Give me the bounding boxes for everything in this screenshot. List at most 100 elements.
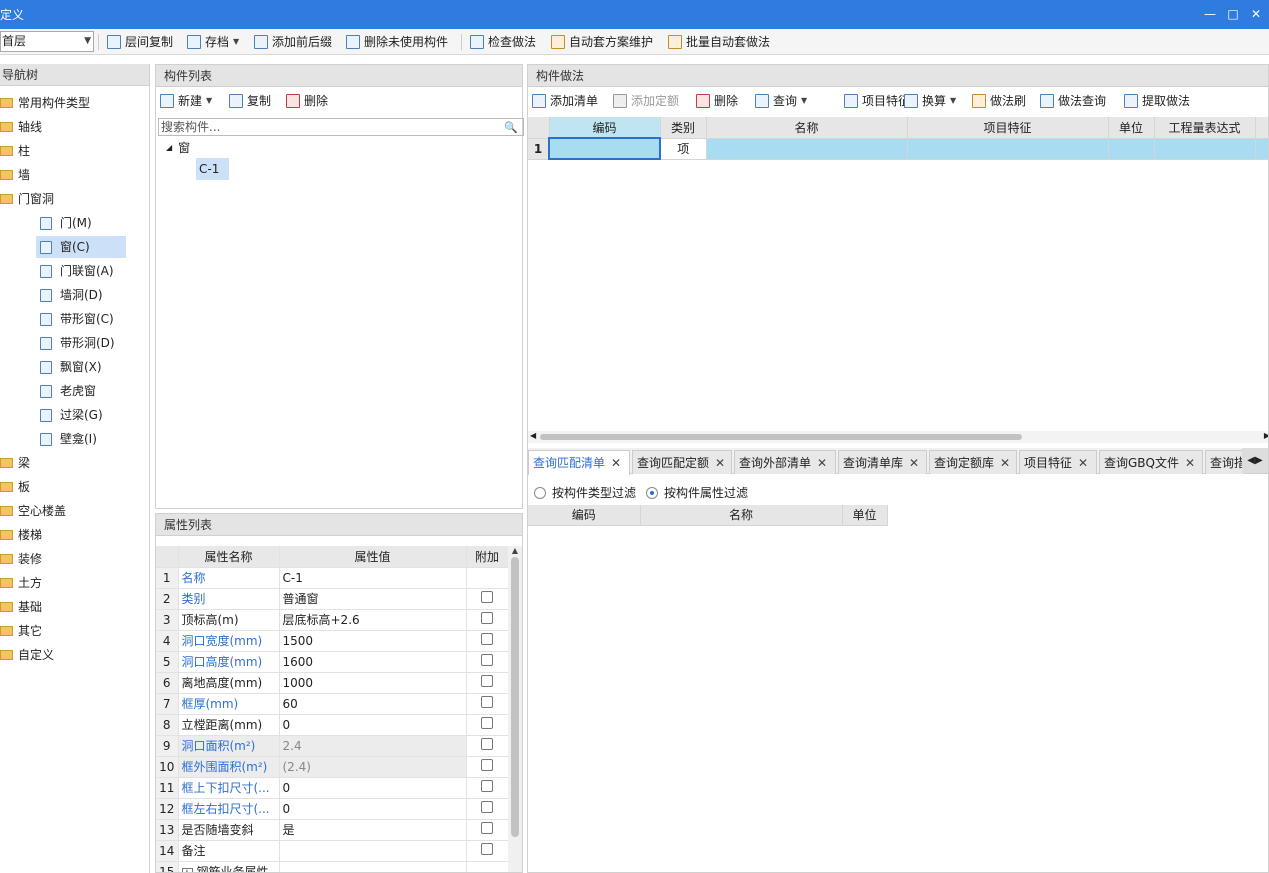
- table-row[interactable]: 13 是否随墙变斜 是: [156, 819, 509, 841]
- close-tab-icon[interactable]: ✕: [1078, 456, 1088, 470]
- query-tab[interactable]: 查询清单库 ✕: [838, 450, 927, 474]
- nav-item[interactable]: 老虎窗: [36, 380, 126, 402]
- nav-item[interactable]: 空心楼盖: [0, 500, 66, 522]
- result-header-code[interactable]: 编码: [528, 505, 641, 526]
- property-scrollbar[interactable]: ▲: [508, 546, 522, 872]
- horizontal-scrollbar[interactable]: ◀ ▶: [528, 431, 1268, 443]
- property-value[interactable]: [279, 861, 467, 872]
- col-header-code[interactable]: 编码: [549, 117, 661, 139]
- col-header-expression[interactable]: 工程量表达式: [1154, 117, 1256, 139]
- add-bill-button[interactable]: 添加清单: [532, 91, 598, 111]
- query-tab[interactable]: 查询外部清单 ✕: [734, 450, 836, 474]
- table-row[interactable]: 1 项: [528, 137, 1268, 160]
- filter-by-type-radio[interactable]: 按构件类型过滤: [534, 484, 636, 501]
- property-value[interactable]: 2.4: [279, 735, 467, 757]
- checkbox[interactable]: [481, 654, 493, 666]
- result-header-name[interactable]: 名称: [640, 505, 843, 526]
- nav-item[interactable]: 柱: [0, 140, 30, 162]
- nav-item[interactable]: 带形窗(C): [36, 308, 126, 330]
- col-header-feature[interactable]: 项目特征: [907, 117, 1109, 139]
- nav-item[interactable]: 轴线: [0, 116, 42, 138]
- nav-item[interactable]: 窗(C): [36, 236, 126, 258]
- property-col-header[interactable]: 附加: [466, 546, 509, 568]
- checkbox[interactable]: [481, 801, 493, 813]
- nav-item[interactable]: 装修: [0, 548, 42, 570]
- tab-scroll-arrows[interactable]: ◀▶: [1242, 448, 1268, 473]
- col-header-name[interactable]: 名称: [706, 117, 908, 139]
- delete-unused-button[interactable]: 删除未使用构件: [346, 32, 448, 52]
- table-row[interactable]: 8 立樘距离(mm) 0: [156, 714, 509, 736]
- query-tab[interactable]: 查询定额库 ✕: [929, 450, 1017, 474]
- query-tab[interactable]: 查询GBQ文件 ✕: [1099, 450, 1203, 474]
- scroll-up-icon[interactable]: ▲: [508, 546, 522, 555]
- table-row[interactable]: 14 备注: [156, 840, 509, 862]
- checkbox[interactable]: [481, 591, 493, 603]
- table-row[interactable]: 12 框左右扣尺寸(... 0: [156, 798, 509, 820]
- nav-item[interactable]: 门(M): [36, 212, 126, 234]
- property-value[interactable]: 是: [279, 819, 467, 841]
- query-tab[interactable]: 查询匹配定额 ✕: [632, 450, 732, 474]
- new-component-button[interactable]: 新建 ▼: [160, 91, 212, 111]
- nav-item[interactable]: 过梁(G): [36, 404, 126, 426]
- result-header-unit[interactable]: 单位: [842, 505, 888, 526]
- nav-item[interactable]: 基础: [0, 596, 42, 618]
- query-button[interactable]: 查询 ▼: [755, 91, 807, 111]
- nav-item[interactable]: 其它: [0, 620, 42, 642]
- delete-method-button[interactable]: 删除: [696, 91, 738, 111]
- table-row[interactable]: 1 名称 C-1: [156, 567, 509, 589]
- table-row[interactable]: 15+钢筋业务属性: [156, 861, 509, 872]
- feature-cell[interactable]: [907, 138, 1109, 160]
- table-row[interactable]: 9 洞口面积(m²) 2.4: [156, 735, 509, 757]
- property-value[interactable]: 0: [279, 777, 467, 799]
- property-value[interactable]: 0: [279, 714, 467, 736]
- nav-item[interactable]: 门窗洞: [0, 188, 54, 210]
- table-row[interactable]: 10 框外围面积(m²) (2.4): [156, 756, 509, 778]
- name-cell[interactable]: [706, 138, 908, 160]
- close-tab-icon[interactable]: ✕: [909, 456, 919, 470]
- minimize-button[interactable]: —: [1200, 4, 1220, 24]
- checkbox[interactable]: [481, 696, 493, 708]
- query-tab[interactable]: 查询匹配清单 ✕: [528, 450, 630, 475]
- nav-item[interactable]: 门联窗(A): [36, 260, 126, 282]
- nav-item[interactable]: 带形洞(D): [36, 332, 126, 354]
- close-button[interactable]: ✕: [1246, 4, 1266, 24]
- item-feature-button[interactable]: 项目特征: [844, 91, 910, 111]
- nav-item[interactable]: 墙: [0, 164, 30, 186]
- checkbox[interactable]: [481, 759, 493, 771]
- extract-method-button[interactable]: 提取做法: [1124, 91, 1190, 111]
- code-cell[interactable]: [548, 137, 661, 160]
- query-tab[interactable]: 项目特征 ✕: [1019, 450, 1097, 474]
- property-value[interactable]: 0: [279, 798, 467, 820]
- nav-item[interactable]: 楼梯: [0, 524, 42, 546]
- table-row[interactable]: 7 框厚(mm) 60: [156, 693, 509, 715]
- tree-node-c1[interactable]: C-1: [196, 158, 229, 180]
- auto-scheme-button[interactable]: 自动套方案维护: [551, 32, 653, 52]
- nav-item[interactable]: 常用构件类型: [0, 92, 90, 114]
- property-col-header[interactable]: 属性名称: [178, 546, 280, 568]
- close-tab-icon[interactable]: ✕: [1185, 456, 1195, 470]
- checkbox[interactable]: [481, 633, 493, 645]
- property-value[interactable]: 普通窗: [279, 588, 467, 610]
- checkbox[interactable]: [481, 780, 493, 792]
- checkbox[interactable]: [481, 738, 493, 750]
- filter-by-attr-radio[interactable]: 按构件属性过滤: [646, 484, 748, 501]
- nav-item[interactable]: 墙洞(D): [36, 284, 126, 306]
- table-row[interactable]: 2 类别 普通窗: [156, 588, 509, 610]
- nav-item[interactable]: 土方: [0, 572, 42, 594]
- nav-item[interactable]: 梁: [0, 452, 30, 474]
- table-row[interactable]: 6 离地高度(mm) 1000: [156, 672, 509, 694]
- batch-auto-method-button[interactable]: 批量自动套做法: [668, 32, 770, 52]
- expression-cell[interactable]: [1154, 138, 1256, 160]
- nav-item[interactable]: 壁龛(I): [36, 428, 126, 450]
- method-brush-button[interactable]: 做法刷: [972, 91, 1026, 111]
- table-row[interactable]: 3 顶标高(m) 层底标高+2.6: [156, 609, 509, 631]
- checkbox[interactable]: [481, 717, 493, 729]
- component-search-input[interactable]: 搜索构件... 🔍: [158, 118, 524, 136]
- property-value[interactable]: 1500: [279, 630, 467, 652]
- nav-item[interactable]: 板: [0, 476, 30, 498]
- unit-cell[interactable]: [1108, 138, 1155, 160]
- property-col-header[interactable]: 属性值: [279, 546, 467, 568]
- arrow-right-icon[interactable]: ▶: [1255, 455, 1263, 466]
- table-row[interactable]: 4 洞口宽度(mm) 1500: [156, 630, 509, 652]
- property-value[interactable]: C-1: [279, 567, 467, 589]
